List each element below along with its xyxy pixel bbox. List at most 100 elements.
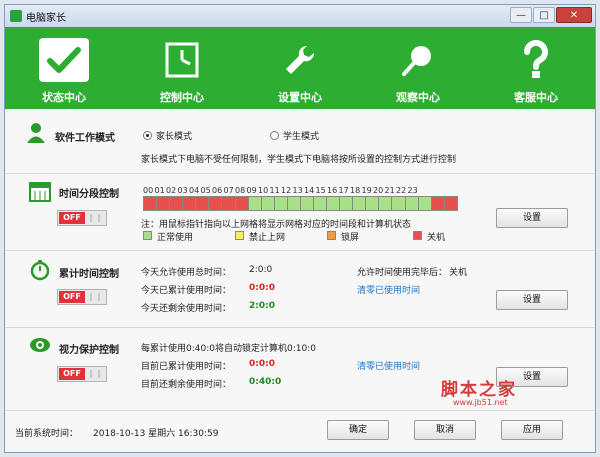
tab-label: 状态中心 bbox=[42, 91, 86, 104]
vision-title: 视力保护控制 bbox=[59, 345, 119, 356]
ok-button[interactable]: 确定 bbox=[327, 420, 389, 440]
clock-icon bbox=[157, 38, 207, 82]
schedule-cell[interactable] bbox=[340, 197, 354, 210]
today-used-value: 0:0:0 bbox=[249, 283, 275, 293]
schedule-grid[interactable] bbox=[143, 196, 458, 211]
tab-support-center[interactable]: 客服中心 bbox=[486, 28, 586, 108]
system-time-value: 2018-10-13 星期六 16:30:59 bbox=[93, 429, 219, 439]
legend-normal-swatch bbox=[143, 231, 152, 240]
hour-label: 22 bbox=[396, 186, 407, 195]
tab-control-center[interactable]: 控制中心 bbox=[132, 28, 232, 108]
mode-section: 软件工作模式 家长模式 学生模式 家长模式下电脑不受任何限制，学生模式下电脑将按… bbox=[5, 109, 595, 174]
title-bar: 电脑家长 — □ ✕ bbox=[5, 5, 595, 27]
vision-rule: 每累计使用0:40:0将自动锁定计算机0:10:0 bbox=[141, 344, 316, 354]
tab-settings-center[interactable]: 设置中心 bbox=[250, 28, 350, 108]
vision-used-value: 0:0:0 bbox=[249, 359, 275, 369]
tab-label: 客服中心 bbox=[514, 91, 558, 104]
tab-status-center[interactable]: 状态中心 bbox=[14, 28, 114, 108]
hour-label: 19 bbox=[361, 186, 372, 195]
legend-shutdown-label: 关机 bbox=[427, 233, 446, 243]
legend-no-internet-label: 禁止上网 bbox=[249, 233, 286, 243]
cancel-button[interactable]: 取消 bbox=[414, 420, 476, 440]
minimize-button[interactable]: — bbox=[510, 7, 532, 23]
schedule-toggle[interactable]: OFF bbox=[57, 210, 107, 226]
maximize-button[interactable]: □ bbox=[533, 7, 555, 23]
parent-mode-radio[interactable] bbox=[143, 131, 152, 140]
hour-label: 23 bbox=[407, 186, 418, 195]
legend-lock-swatch bbox=[327, 231, 336, 240]
hour-label: 02 bbox=[166, 186, 177, 195]
question-icon bbox=[511, 38, 561, 82]
stopwatch-icon bbox=[30, 260, 50, 281]
hour-label: 15 bbox=[315, 186, 326, 195]
today-left-label: 今天还剩余使用时间： bbox=[141, 304, 232, 314]
schedule-cell[interactable] bbox=[366, 197, 380, 210]
hour-label: 13 bbox=[292, 186, 303, 195]
hour-label: 20 bbox=[373, 186, 384, 195]
schedule-cell[interactable] bbox=[392, 197, 406, 210]
schedule-cell[interactable] bbox=[287, 197, 301, 210]
schedule-cell[interactable] bbox=[379, 197, 393, 210]
student-mode-radio[interactable] bbox=[270, 131, 279, 140]
tab-label: 设置中心 bbox=[278, 91, 322, 104]
close-button[interactable]: ✕ bbox=[556, 7, 592, 23]
schedule-cell[interactable] bbox=[300, 197, 315, 210]
schedule-cell[interactable] bbox=[261, 197, 275, 210]
magnifier-icon bbox=[393, 38, 443, 82]
toggle-state: OFF bbox=[59, 291, 85, 303]
hour-label: 16 bbox=[327, 186, 338, 195]
cumulative-clear-link[interactable]: 清零已使用时间 bbox=[357, 283, 420, 296]
today-total-value: 2:0:0 bbox=[249, 265, 273, 275]
schedule-setting-button[interactable]: 设置 bbox=[496, 208, 568, 228]
tab-observe-center[interactable]: 观察中心 bbox=[368, 28, 468, 108]
cumulative-title: 累计时间控制 bbox=[59, 269, 119, 280]
student-mode-label: 学生模式 bbox=[283, 132, 320, 142]
after-limit-value: 关机 bbox=[449, 268, 468, 278]
schedule-cell[interactable] bbox=[274, 197, 288, 210]
vision-used-label: 目前已累计使用时间： bbox=[141, 362, 232, 372]
schedule-cell[interactable] bbox=[183, 197, 197, 210]
cumulative-setting-button[interactable]: 设置 bbox=[496, 290, 568, 310]
hour-label: 04 bbox=[189, 186, 200, 195]
schedule-cell[interactable] bbox=[157, 197, 171, 210]
schedule-cell[interactable] bbox=[418, 197, 432, 210]
schedule-cell[interactable] bbox=[196, 197, 210, 210]
schedule-cell[interactable] bbox=[314, 197, 328, 210]
calendar-icon bbox=[29, 182, 51, 202]
main-toolbar: 状态中心 控制中心 设置中心 观察中心 客服中心 bbox=[5, 27, 595, 109]
cumulative-toggle[interactable]: OFF bbox=[57, 289, 107, 305]
schedule-cell[interactable] bbox=[170, 197, 184, 210]
schedule-cell[interactable] bbox=[144, 197, 158, 210]
schedule-title: 时间分段控制 bbox=[59, 189, 119, 200]
hour-labels: 00 01 02 03 04 05 06 07 08 09 10 11 12 13 14 15 16 17 18 19… bbox=[143, 186, 419, 195]
hour-label: 09 bbox=[246, 186, 257, 195]
schedule-cell[interactable] bbox=[353, 197, 367, 210]
after-limit-label: 允许时间使用完毕后： bbox=[357, 268, 448, 278]
grip-icon bbox=[90, 293, 100, 301]
hour-label: 14 bbox=[304, 186, 315, 195]
hour-label: 03 bbox=[177, 186, 188, 195]
hour-label: 10 bbox=[258, 186, 269, 195]
schedule-cell[interactable] bbox=[235, 197, 249, 210]
status-bar: 当前系统时间： 2018-10-13 星期六 16:30:59 确定 取消 应用 bbox=[5, 416, 595, 452]
user-icon bbox=[27, 123, 45, 143]
apply-button[interactable]: 应用 bbox=[501, 420, 563, 440]
schedule-cell[interactable] bbox=[431, 197, 445, 210]
vision-clear-link[interactable]: 清零已使用时间 bbox=[357, 359, 420, 372]
today-left-value: 2:0:0 bbox=[249, 301, 275, 311]
schedule-cell[interactable] bbox=[222, 197, 236, 210]
schedule-cell[interactable] bbox=[327, 197, 341, 210]
hour-label: 05 bbox=[200, 186, 211, 195]
legend-lock-label: 锁屏 bbox=[341, 233, 360, 243]
schedule-cell[interactable] bbox=[248, 197, 262, 210]
hour-label: 18 bbox=[350, 186, 361, 195]
schedule-hint: 注：用鼠标指针指向以上网格将显示网格对应的时间段和计算机状态 bbox=[141, 220, 412, 230]
hour-label: 11 bbox=[269, 186, 280, 195]
app-icon bbox=[10, 10, 22, 22]
schedule-cell[interactable] bbox=[405, 197, 419, 210]
hour-label: 07 bbox=[223, 186, 234, 195]
watermark-brand: 脚本之家 bbox=[441, 380, 517, 400]
schedule-cell[interactable] bbox=[444, 197, 457, 210]
schedule-cell[interactable] bbox=[209, 197, 223, 210]
vision-toggle[interactable]: OFF bbox=[57, 366, 107, 382]
